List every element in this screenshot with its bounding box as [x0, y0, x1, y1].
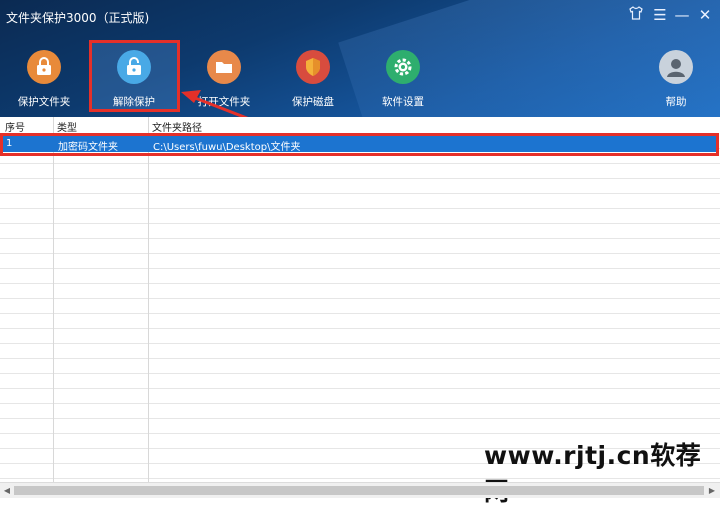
shield-icon	[296, 50, 330, 84]
folder-icon	[207, 50, 241, 84]
scrollbar-thumb[interactable]	[14, 486, 704, 495]
column-divider	[148, 117, 149, 482]
help-label: 帮助	[665, 96, 687, 108]
scroll-left-icon[interactable]: ◀	[1, 484, 13, 497]
gear-icon	[386, 50, 420, 84]
close-button[interactable]: ✕	[695, 6, 715, 24]
skin-shirt-icon[interactable]	[626, 6, 646, 24]
minimize-button[interactable]: —	[672, 6, 692, 24]
settings-button[interactable]: 软件设置	[363, 50, 443, 109]
settings-label: 软件设置	[382, 96, 424, 108]
protect-folder-button[interactable]: 保护文件夹	[4, 50, 84, 109]
help-button[interactable]: 帮助	[636, 50, 716, 109]
open-folder-label: 打开文件夹	[197, 96, 251, 108]
column-header-index[interactable]: 序号	[5, 119, 25, 134]
title-bar-header: 文件夹保护3000（正式版) ☰ — ✕ 保护文件夹 解除保护 打开文件夹 保护…	[0, 0, 720, 117]
column-divider	[53, 117, 54, 482]
protect-disk-label: 保护磁盘	[292, 96, 334, 108]
protect-folder-label: 保护文件夹	[17, 96, 71, 108]
user-avatar-icon	[659, 50, 693, 84]
table-body	[0, 134, 720, 482]
menu-icon[interactable]: ☰	[650, 6, 670, 24]
column-header-type[interactable]: 类型	[57, 119, 77, 134]
app-title: 文件夹保护3000（正式版)	[6, 11, 150, 25]
remove-protection-button[interactable]: 解除保护	[94, 50, 174, 109]
open-folder-button[interactable]: 打开文件夹	[184, 50, 264, 109]
lock-icon	[27, 50, 61, 84]
horizontal-scrollbar[interactable]: ◀ ▶	[0, 482, 720, 498]
unlock-icon	[117, 50, 151, 84]
remove-protection-label: 解除保护	[113, 96, 155, 108]
scroll-right-icon[interactable]: ▶	[706, 484, 718, 497]
protect-disk-button[interactable]: 保护磁盘	[273, 50, 353, 109]
column-header-path[interactable]: 文件夹路径	[152, 119, 202, 134]
row-highlight	[0, 133, 719, 156]
